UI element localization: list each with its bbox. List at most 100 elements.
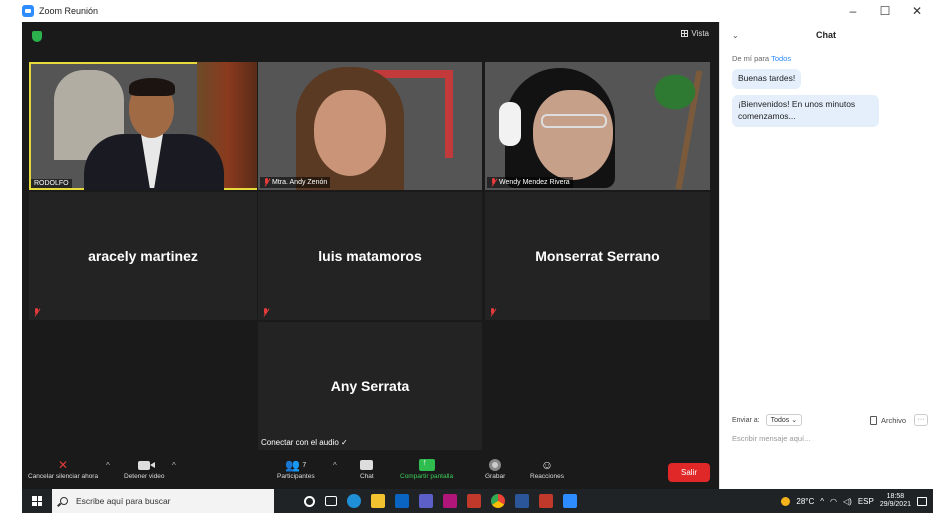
participant-name: Any Serrata <box>330 378 410 394</box>
meeting-area: Vista RODOLFO Mtra. Andy Zenón Wendy Men… <box>22 22 719 489</box>
chat-message-input[interactable]: Escribir mensaje aquí... <box>732 434 922 443</box>
video-tile-aracely[interactable]: aracely martinez <box>29 192 257 320</box>
participant-name: Mtra. Andy Zenón <box>260 177 331 188</box>
chevron-up-icon[interactable]: ^ <box>820 497 824 506</box>
chevron-down-icon[interactable]: ⌄ <box>732 31 739 40</box>
view-button-label: Vista <box>691 29 709 38</box>
video-tile-monserrat[interactable]: Monserrat Serrano <box>485 192 710 320</box>
record-button[interactable]: Grabar <box>485 457 505 480</box>
clock-time: 18:58 <box>886 492 905 500</box>
file-button[interactable]: Archivo <box>869 415 906 425</box>
participant-name: aracely martinez <box>88 248 198 264</box>
record-icon <box>489 459 502 471</box>
task-view-icon[interactable] <box>325 496 337 506</box>
taskbar-apps <box>304 494 577 508</box>
participants-icon: 👥 <box>285 458 301 472</box>
mic-muted-icon: ✕ <box>58 458 69 472</box>
file-icon <box>869 415 877 425</box>
connect-audio-link[interactable]: Conectar con el audio ✓ <box>261 438 348 447</box>
video-tile-rodolfo[interactable]: RODOLFO <box>29 62 257 190</box>
more-options-button[interactable]: ··· <box>914 414 928 426</box>
window-controls: – ☐ ✕ <box>837 0 933 22</box>
mic-muted-icon <box>263 178 270 187</box>
view-button[interactable]: Vista <box>681 29 709 38</box>
stop-video-button[interactable]: Detener video <box>124 457 164 480</box>
participants-count: 7 <box>302 461 307 469</box>
edge-icon[interactable] <box>347 494 361 508</box>
weather-temp[interactable]: 28°C <box>796 497 814 506</box>
system-tray: 28°C ^ ◠ ◁) ESP 18:58 29/9/2021 <box>781 489 933 513</box>
meeting-toolbar: ✕ Cancelar silenciar ahora ^ Detener vid… <box>22 455 719 489</box>
cortana-icon[interactable] <box>304 495 315 507</box>
network-icon[interactable]: ◠ <box>830 497 837 506</box>
search-placeholder: Escribe aquí para buscar <box>76 496 171 506</box>
chat-message: ¡Bienvenidos! En unos minutos comenzamos… <box>732 94 879 127</box>
close-button[interactable]: ✕ <box>901 0 933 22</box>
recipient-dropdown[interactable]: Todos ⌄ <box>765 414 803 426</box>
clock-date: 29/9/2021 <box>879 501 911 508</box>
language-indicator[interactable]: ESP <box>858 497 874 506</box>
clock[interactable]: 18:58 29/9/2021 <box>880 493 911 510</box>
reactions-label: Reacciones <box>530 473 564 480</box>
title-bar: Zoom Reunión – ☐ ✕ <box>0 0 933 22</box>
start-button[interactable] <box>22 489 52 513</box>
windows-taskbar: Escribe aquí para buscar 28°C ^ ◠ ◁) ESP… <box>22 489 933 513</box>
chat-message: Buenas tardes! <box>732 69 802 89</box>
video-tile-luis[interactable]: luis matamoros <box>258 192 482 320</box>
reactions-button[interactable]: ☺ Reacciones <box>530 457 564 480</box>
chat-button[interactable]: Chat <box>360 457 374 480</box>
message-sender: De mí para Todos <box>732 54 792 63</box>
participant-name: RODOLFO <box>31 179 72 188</box>
camera-icon <box>138 460 156 470</box>
word-icon[interactable] <box>515 494 529 508</box>
grid-icon <box>681 30 689 37</box>
weather-icon <box>781 496 791 506</box>
app-red-icon[interactable] <box>467 494 481 508</box>
chat-label: Chat <box>360 473 374 480</box>
file-label: Archivo <box>880 415 906 425</box>
zoom-taskbar-icon[interactable] <box>563 494 577 508</box>
chat-title: Chat <box>816 30 836 40</box>
windows-icon <box>32 496 42 506</box>
video-options-chevron-icon[interactable]: ^ <box>172 461 176 470</box>
outlook-icon[interactable] <box>395 494 409 508</box>
unmute-button[interactable]: ✕ Cancelar silenciar ahora <box>28 457 98 480</box>
video-tile-andy[interactable]: Mtra. Andy Zenón <box>258 62 482 190</box>
participant-name: luis matamoros <box>318 248 422 264</box>
maximize-button[interactable]: ☐ <box>869 0 901 22</box>
participants-button[interactable]: 👥 7 Participantes <box>277 457 315 480</box>
audio-options-chevron-icon[interactable]: ^ <box>106 461 110 470</box>
video-tile-wendy[interactable]: Wendy Mendez Rivera <box>485 62 710 190</box>
share-screen-label: Compartir pantalla <box>400 473 454 480</box>
pdf-icon[interactable] <box>539 494 553 508</box>
message-recipient: Todos <box>771 54 792 63</box>
record-label: Grabar <box>485 473 506 480</box>
chrome-icon[interactable] <box>491 494 505 508</box>
leave-button[interactable]: Salir <box>668 463 710 482</box>
participant-name: Monserrat Serrano <box>535 248 660 264</box>
file-explorer-icon[interactable] <box>371 494 385 508</box>
security-shield-icon[interactable] <box>32 31 42 42</box>
share-screen-button[interactable]: Compartir pantalla <box>400 457 453 480</box>
teams-icon[interactable] <box>419 494 433 508</box>
chat-header: ⌄ Chat <box>720 22 933 48</box>
unmute-label: Cancelar silenciar ahora <box>28 473 99 480</box>
video-tile-any[interactable]: Any Serrata Conectar con el audio ✓ <box>258 322 482 450</box>
window-title: Zoom Reunión <box>39 6 99 16</box>
participant-name: Wendy Mendez Rivera <box>487 177 573 188</box>
send-to-label: Enviar a: <box>732 416 760 424</box>
mic-muted-icon <box>33 308 40 317</box>
smiley-icon: ☺ <box>540 458 554 472</box>
chat-icon <box>360 460 374 470</box>
chat-composer: Enviar a: Todos ⌄ Archivo ··· Escribir m… <box>720 410 933 447</box>
volume-icon[interactable]: ◁) <box>843 497 852 506</box>
participants-label: Participantes <box>277 473 315 480</box>
mic-muted-icon <box>262 308 269 317</box>
search-icon <box>60 497 68 505</box>
app-u-icon[interactable] <box>443 494 457 508</box>
notification-icon[interactable] <box>917 496 927 506</box>
minimize-button[interactable]: – <box>837 0 869 22</box>
taskbar-search[interactable]: Escribe aquí para buscar <box>52 489 274 513</box>
mic-muted-icon <box>490 178 497 187</box>
participants-chevron-icon[interactable]: ^ <box>333 461 337 470</box>
